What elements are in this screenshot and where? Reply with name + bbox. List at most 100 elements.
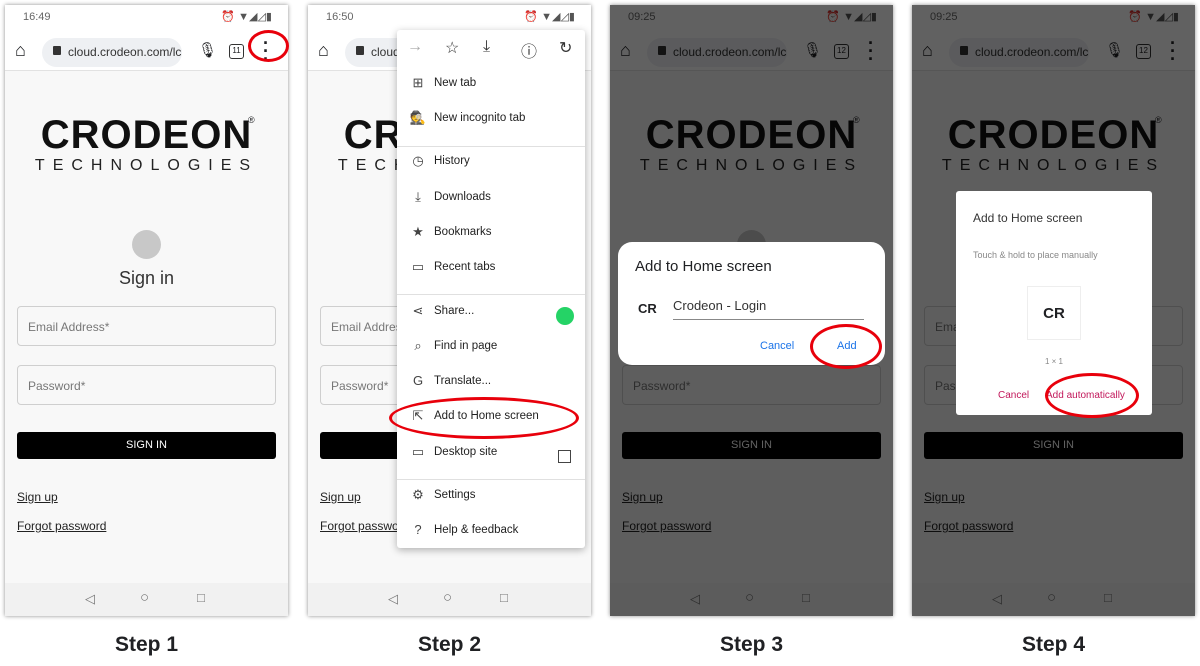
- lock-icon: [53, 46, 61, 55]
- find-icon: ⌕: [414, 338, 422, 353]
- sign-up-link[interactable]: Sign up: [17, 490, 58, 504]
- home-nav-icon[interactable]: ○: [443, 589, 452, 606]
- menu-item-label: History: [434, 155, 470, 167]
- home-icon[interactable]: ⌂: [15, 40, 26, 61]
- system-nav-bar: ◁ ○ □: [5, 583, 288, 616]
- widget-size: 1 × 1: [1044, 357, 1063, 366]
- registered-mark: ®: [248, 115, 255, 125]
- step-label-3: Step 3: [719, 633, 784, 656]
- bookmark-star-icon[interactable]: ☆: [445, 38, 459, 58]
- download-page-icon[interactable]: ⤓: [483, 38, 490, 56]
- info-icon[interactable]: ⓘ: [521, 38, 537, 62]
- status-time: 16:49: [23, 11, 51, 23]
- status-icons: ⏰ ▼◢◿▮: [221, 11, 272, 23]
- menu-divider: [397, 294, 585, 295]
- dialog-title: Add to Home screen: [635, 258, 772, 275]
- shortcut-name-input[interactable]: Crodeon - Login: [673, 298, 864, 320]
- step-label-4: Step 4: [1021, 633, 1086, 656]
- gear-icon: ⚙: [412, 487, 424, 502]
- plus-box-icon: ⊞: [412, 75, 424, 90]
- download-icon: ⤓: [415, 189, 421, 204]
- tab-count-button[interactable]: 11: [229, 44, 244, 59]
- highlight-circle-3: [810, 324, 882, 369]
- menu-divider: [397, 479, 585, 480]
- logo-subtitle: TECHNOLOGIES: [34, 157, 259, 174]
- back-icon[interactable]: ◁: [85, 591, 95, 607]
- forgot-password-link[interactable]: Forgot password: [320, 519, 409, 533]
- highlight-circle-2: [389, 397, 579, 439]
- phone-screen-2: 16:50⏰ ▼◢◿▮⌂cloud.crodeon.com/lc🎙11· · ·…: [308, 5, 591, 616]
- email-input[interactable]: Email Address*: [17, 306, 276, 346]
- status-time: 16:50: [326, 11, 354, 23]
- step-label-2: Step 2: [417, 633, 482, 656]
- mic-icon[interactable]: 🎙: [198, 41, 217, 59]
- logo-text: CRODEON: [40, 113, 253, 157]
- menu-item-label: Bookmarks: [434, 226, 492, 238]
- sign-in-button[interactable]: SIGN IN: [17, 432, 276, 459]
- menu-item-settings[interactable]: ⚙ Settings: [397, 480, 585, 510]
- recents-icon[interactable]: □: [500, 590, 508, 605]
- menu-item-translate[interactable]: G Translate...: [397, 366, 585, 396]
- menu-item-label: Settings: [434, 489, 476, 501]
- share-icon: ⋖: [412, 303, 424, 318]
- lock-avatar-icon: [132, 230, 161, 259]
- menu-item-history[interactable]: ◷ History: [397, 146, 585, 176]
- menu-item-find-in-page[interactable]: ⌕ Find in page: [397, 331, 585, 361]
- shortcut-icon-preview[interactable]: CR: [1027, 286, 1081, 340]
- lock-icon: [356, 46, 364, 55]
- home-nav-icon[interactable]: ○: [140, 589, 149, 606]
- dialog-title: Add to Home screen: [973, 211, 1083, 225]
- highlight-circle-4: [1045, 373, 1139, 418]
- phone-screen-3: 09:25⏰ ▼◢◿▮⌂cloud.crodeon.com/lc🎙12· · ·…: [610, 5, 893, 616]
- menu-item-label: Help & feedback: [434, 524, 519, 536]
- url-bar[interactable]: cloud.crodeon.com/lc: [42, 38, 182, 67]
- menu-item-bookmarks[interactable]: ★ Bookmarks: [397, 217, 585, 247]
- menu-item-help-feedback[interactable]: ? Help & feedback: [397, 515, 585, 545]
- sign-up-link[interactable]: Sign up: [320, 490, 361, 504]
- browser-overflow-menu: → ☆ ⤓ ⓘ ↻ ⊞ New tab 🕵 New incognito tab ◷ History ⤓…: [397, 30, 585, 548]
- menu-item-label: Share...: [434, 305, 475, 317]
- status-bar: 16:50 ⏰ ▼◢◿▮: [308, 5, 591, 33]
- dialog-hint: Touch & hold to place manually: [973, 250, 1098, 260]
- step-label-1: Step 1: [114, 633, 179, 656]
- menu-item-label: New incognito tab: [434, 112, 526, 124]
- menu-divider: [397, 146, 585, 147]
- forgot-password-link[interactable]: Forgot password: [17, 519, 106, 533]
- menu-item-recent-tabs[interactable]: ▭ Recent tabs: [397, 252, 585, 282]
- forward-icon[interactable]: →: [407, 38, 423, 56]
- menu-item-downloads[interactable]: ⤓ Downloads: [397, 182, 585, 212]
- home-icon[interactable]: ⌂: [318, 40, 329, 61]
- menu-item-label: Translate...: [434, 375, 492, 387]
- status-icons: ⏰ ▼◢◿▮: [524, 11, 575, 23]
- system-nav-bar: ◁ ○ □: [308, 583, 591, 616]
- cancel-button[interactable]: Cancel: [998, 390, 1029, 401]
- status-bar: 16:49 ⏰ ▼◢◿▮: [5, 5, 288, 33]
- reload-icon[interactable]: ↻: [559, 38, 572, 58]
- whatsapp-icon: [556, 307, 574, 325]
- phone-screen-1: 16:49 ⏰ ▼◢◿▮ ⌂ cloud.crodeon.com/lc 🎙 11 · · ·…: [5, 5, 288, 616]
- menu-item-label: Downloads: [434, 191, 491, 203]
- incognito-icon: 🕵: [409, 110, 427, 125]
- menu-item-label: Recent tabs: [434, 261, 496, 273]
- sign-in-title: Sign in: [118, 268, 175, 288]
- app-icon: CR: [638, 301, 657, 316]
- devices-icon: ▭: [411, 259, 425, 274]
- history-icon: ◷: [412, 153, 424, 168]
- desktop-site-checkbox[interactable]: [558, 450, 571, 463]
- desktop-icon: ▭: [411, 444, 425, 459]
- recents-icon[interactable]: □: [197, 590, 205, 605]
- menu-item-label: Find in page: [434, 340, 498, 352]
- phone-screen-4: 09:25⏰ ▼◢◿▮⌂cloud.crodeon.com/lc🎙12· · ·…: [912, 5, 1195, 616]
- help-icon: ?: [414, 522, 422, 537]
- cancel-button[interactable]: Cancel: [760, 340, 794, 352]
- menu-item-new-incognito-tab[interactable]: 🕵 New incognito tab: [397, 103, 585, 133]
- menu-item-label: Desktop site: [434, 446, 498, 458]
- menu-item-new-tab[interactable]: ⊞ New tab: [397, 68, 585, 98]
- menu-item-desktop-site[interactable]: ▭ Desktop site: [397, 437, 585, 467]
- back-icon[interactable]: ◁: [388, 591, 398, 607]
- menu-item-label: New tab: [434, 77, 477, 89]
- translate-icon: G: [412, 373, 424, 388]
- password-input[interactable]: Password*: [17, 365, 276, 405]
- star-icon: ★: [412, 224, 424, 239]
- browser-toolbar: ⌂cloud.crodeon.com/lc🎙11· · ·: [5, 33, 288, 71]
